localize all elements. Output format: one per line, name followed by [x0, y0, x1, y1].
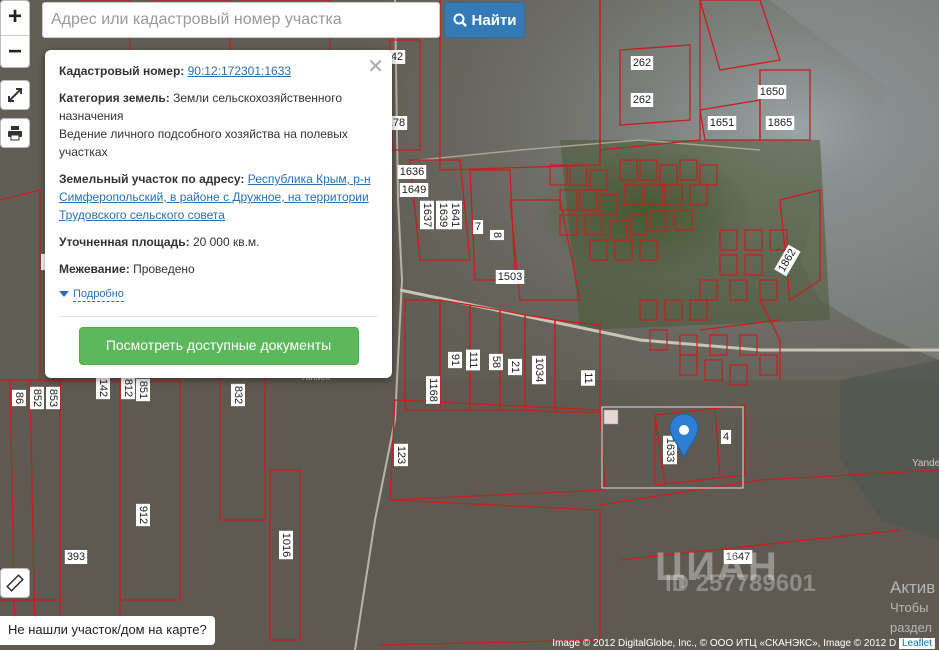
windows-activation-title: Актив [890, 578, 936, 597]
plot-number-label: 393 [67, 551, 85, 563]
more-details-label: Подробно [73, 288, 124, 302]
map-place-label-2: Yande [912, 458, 939, 469]
plot-number-label: 912 [137, 506, 149, 524]
windows-activation-extra: раздел [890, 620, 932, 635]
plot-number-label: 832 [232, 386, 244, 404]
map-attribution: Image © 2012 DigitalGlobe, Inc., © ООО И… [548, 637, 939, 650]
leaflet-link[interactable]: Leaflet [898, 638, 935, 649]
windows-activation-subtitle: Чтобы [890, 600, 929, 615]
zoom-out-button[interactable]: − [1, 35, 29, 70]
area-row: Уточненная площадь: 20 000 кв.м. [59, 233, 378, 251]
plot-number-label: 1636 [400, 166, 424, 178]
plot-number-label: 812 [122, 379, 134, 397]
area-label: Уточненная площадь: [59, 235, 190, 249]
search-button-label: Найти [471, 11, 517, 29]
plot-number-label: 1649 [402, 184, 426, 196]
more-details-toggle[interactable]: Подробно [59, 287, 378, 302]
plot-number-label: 1168 [427, 378, 439, 402]
printer-icon [8, 126, 22, 141]
view-documents-button[interactable]: Посмотреть доступные документы [78, 327, 359, 365]
plot-number-label: 1865 [768, 117, 792, 129]
plot-number-label: 852 [31, 389, 43, 407]
address-label: Земельный участок по адресу: [59, 172, 245, 186]
land-usage-value: Ведение личного подсобного хозяйства на … [59, 127, 348, 159]
plot-number-label: 1639 [437, 203, 449, 227]
plot-number-label: 1651 [710, 117, 734, 129]
plot-number-label: 1034 [533, 358, 545, 382]
plot-number-label: 1633 [664, 438, 676, 462]
cadastral-number-label: Кадастровый номер: [59, 64, 185, 78]
print-button[interactable] [0, 118, 30, 148]
survey-label: Межевание: [59, 262, 130, 276]
plot-number-label: 1016 [280, 533, 292, 557]
plot-number-label: 851 [137, 381, 149, 399]
popup-divider [59, 316, 378, 317]
plot-number-label: 1641 [449, 203, 461, 227]
land-category-row: Категория земель: Земли сельскохозяйстве… [59, 89, 378, 161]
plot-number-label: 8 [491, 232, 503, 238]
plot-number-label: 853 [47, 389, 59, 407]
plot-number-label: 111 [467, 352, 479, 369]
plot-number-label: 7 [475, 221, 481, 233]
plot-number-label: 21 [509, 361, 521, 373]
plot-number-label: 11 [582, 372, 594, 383]
plot-number-label: 58 [490, 356, 502, 368]
zoom-control: + − [0, 0, 30, 68]
plot-number-label: 91 [449, 354, 461, 366]
caret-down-icon [59, 290, 69, 297]
plot-number-label: 123 [395, 446, 407, 464]
cadastral-number-link[interactable]: 90:12:172301:1633 [188, 64, 291, 78]
plot-number-label: 262 [633, 94, 651, 106]
area-value: 20 000 кв.м. [192, 235, 260, 249]
close-icon[interactable]: ✕ [367, 54, 384, 79]
search-icon [453, 13, 467, 27]
plot-number-label: 86 [13, 392, 25, 404]
not-found-link[interactable]: Не нашли участок/дом на карте? [0, 616, 215, 645]
cadastral-number-row: Кадастровый номер: 90:12:172301:1633 [59, 62, 378, 80]
address-row: Земельный участок по адресу: Республика … [59, 170, 378, 224]
plot-number-label: 1503 [498, 271, 522, 283]
search-button[interactable]: Найти [444, 2, 525, 38]
plot-number-label: 4 [723, 431, 729, 443]
plot-number-label: 1650 [760, 86, 784, 98]
ruler-icon [6, 574, 24, 592]
survey-row: Межевание: Проведено [59, 260, 378, 278]
survey-value: Проведено [133, 262, 195, 276]
listing-id-watermark: ID 257789601 [665, 570, 816, 597]
parcel-info-popup: ✕ Кадастровый номер: 90:12:172301:1633 К… [45, 50, 392, 378]
ruler-button[interactable] [0, 568, 30, 598]
plot-number-label: 1637 [421, 203, 433, 227]
plot-number-label: 142 [97, 379, 109, 397]
land-category-label: Категория земель: [59, 91, 170, 105]
fullscreen-button[interactable] [0, 80, 30, 110]
attribution-text: Image © 2012 DigitalGlobe, Inc., © ООО И… [552, 638, 897, 649]
plot-number-label: 262 [633, 57, 651, 69]
expand-icon [8, 88, 22, 102]
zoom-in-button[interactable]: + [1, 1, 29, 35]
search-input[interactable] [42, 2, 440, 38]
